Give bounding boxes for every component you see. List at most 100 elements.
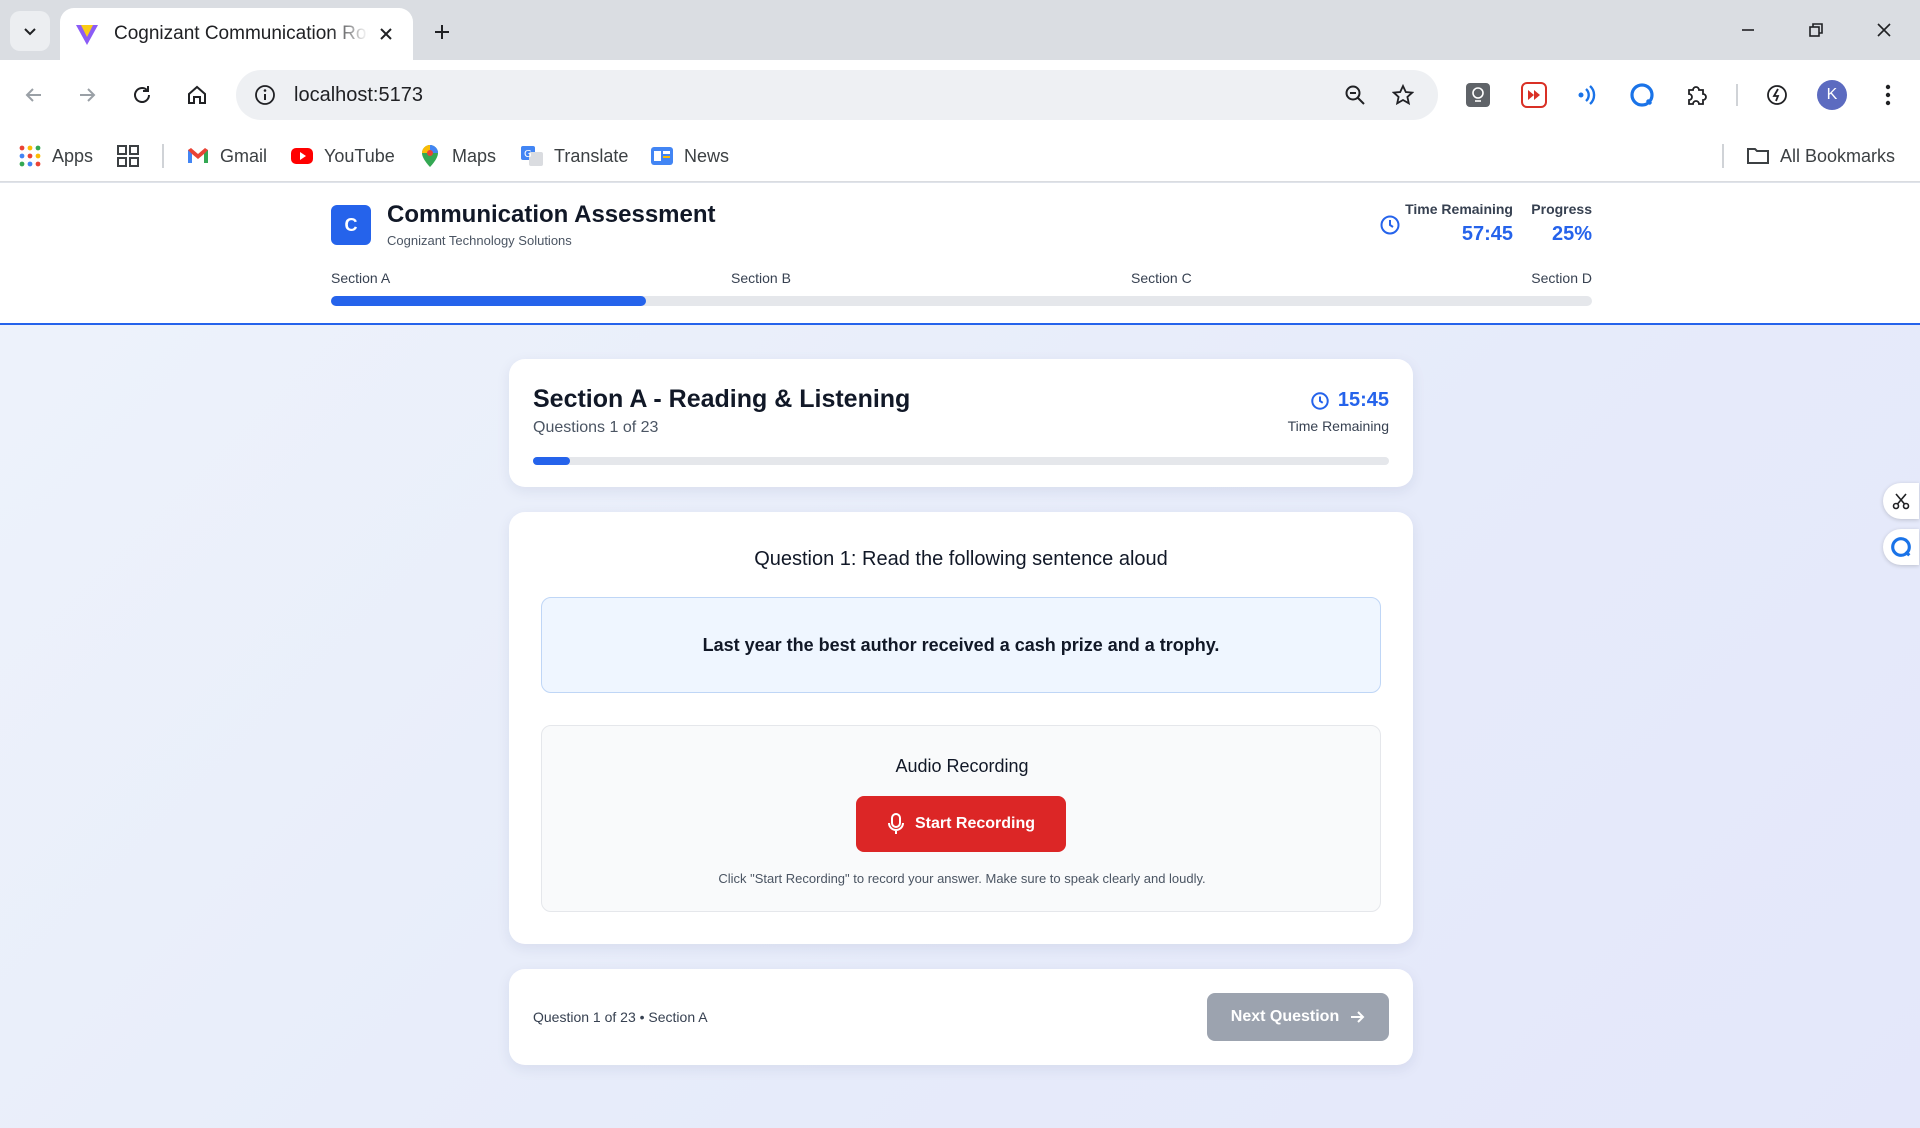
question-card: Question 1: Read the following sentence … [509,512,1413,944]
section-title: Section A - Reading & Listening [533,385,911,413]
section-progress-bar [533,457,1389,465]
plus-icon [435,25,449,39]
fast-forward-extension-icon [1521,82,1547,108]
chat-bubble-icon [1891,537,1911,557]
tab-title: Cognizant Communication Round [114,23,368,44]
bookmark-apps[interactable]: Apps [18,140,93,172]
extensions-menu-button[interactable] [1677,75,1717,115]
arrow-right-icon [1351,1011,1365,1023]
start-recording-button[interactable]: Start Recording [856,796,1066,852]
avatar: K [1817,80,1847,110]
arrow-right-icon [80,88,96,102]
translate-icon: G [521,146,543,166]
browser-tabstrip: Cognizant Communication Round [0,0,1920,60]
bookmark-news[interactable]: News [650,140,729,172]
site-info-icon[interactable] [248,78,282,112]
section-timer-value: 15:45 [1337,389,1389,411]
new-tab-button[interactable] [424,14,460,50]
floating-scissors-button[interactable] [1883,483,1919,519]
apps-grid-icon [19,145,41,167]
overall-progress-bar [331,296,1592,306]
bookmark-label: Translate [554,145,629,166]
microphone-icon [887,813,904,834]
question-nav-card: Question 1 of 23 • Section A Next Questi… [509,969,1413,1065]
puzzle-piece-icon [1688,86,1707,105]
section-card: Section A - Reading & Listening Question… [509,359,1413,487]
back-button[interactable] [14,75,54,115]
restore-icon [1809,23,1823,37]
page-viewport: C Communication Assessment Cognizant Tec… [0,183,1920,1128]
progress-value: 25% [1551,223,1592,245]
bookmarks-bar: Apps Gmail YouTube Maps G Translate News… [0,130,1920,182]
next-question-button[interactable]: Next Question [1207,993,1389,1041]
extension-wave-button[interactable] [1568,75,1608,115]
vite-favicon-icon [76,25,98,45]
clock-icon [1311,391,1329,410]
tab-search-button[interactable] [10,11,50,51]
bookmark-label: YouTube [324,145,395,166]
page-title: Communication Assessment [387,201,716,228]
question-position-info: Question 1 of 23 • Section A [533,1009,708,1025]
section-progress-fill [533,457,570,465]
kebab-menu-icon [1885,84,1891,106]
section-step-a: Section A [331,270,391,286]
performance-button[interactable] [1757,75,1797,115]
bookmark-maps[interactable]: Maps [418,140,496,172]
browser-toolbar: localhost:5173 K [0,60,1920,130]
clock-icon [1380,215,1400,235]
reload-button[interactable] [122,75,162,115]
maps-icon [422,145,438,167]
bookmark-label: News [684,145,730,166]
all-bookmarks-label: All Bookmarks [1780,145,1896,166]
start-recording-label: Start Recording [914,815,1035,832]
profile-button[interactable]: K [1812,75,1852,115]
time-remaining-value: 57:45 [1461,223,1513,245]
chat-bubble-extension-icon [1630,83,1654,107]
section-step-b: Section B [731,270,791,286]
bookmarks-separator [1722,144,1724,168]
sound-wave-extension-icon [1578,85,1596,105]
section-question-count: Questions 1 of 23 [533,419,659,436]
extension-media-button[interactable] [1514,75,1554,115]
audio-recording-title: Audio Recording [895,756,1029,776]
section-timer: 15:45 [1310,389,1389,412]
address-bar[interactable]: localhost:5173 [236,70,1438,120]
bookmark-label: Apps [52,145,94,166]
bookmarks-separator [162,144,164,168]
speedometer-icon [1767,85,1787,105]
grid-shortcut-icon [117,145,139,167]
progress-label: Progress [1531,201,1592,217]
zoom-icon[interactable] [1336,76,1374,114]
time-remaining-label: Time Remaining [1405,201,1513,217]
browser-tab-active[interactable]: Cognizant Communication Round [60,8,413,60]
question-title: Question 1: Read the following sentence … [754,548,1168,570]
scissors-icon [1892,493,1910,510]
section-step-c: Section C [1131,270,1192,286]
window-restore-button[interactable] [1794,10,1838,50]
all-bookmarks-button[interactable]: All Bookmarks [1746,140,1895,172]
window-close-button[interactable] [1862,10,1906,50]
audio-recording-panel: Audio Recording Start Recording Click "S… [541,725,1381,912]
youtube-icon [291,148,313,164]
bookmark-star-icon[interactable] [1384,76,1422,114]
bookmark-gmail[interactable]: Gmail [186,140,267,172]
bookmark-translate[interactable]: G Translate [520,140,628,172]
section-timer-label: Time Remaining [1287,418,1389,434]
app-header: C Communication Assessment Cognizant Tec… [0,183,1920,325]
bookmark-youtube[interactable]: YouTube [290,140,395,172]
tab-close-icon[interactable] [373,21,399,47]
folder-icon [1747,148,1769,164]
home-button[interactable] [177,75,217,115]
forward-button[interactable] [67,75,107,115]
extension-chat-button[interactable] [1622,75,1662,115]
browser-menu-button[interactable] [1868,75,1908,115]
reading-sentence: Last year the best author received a cas… [541,597,1381,693]
chevron-down-icon [24,28,36,36]
section-step-d: Section D [1531,270,1592,286]
bookmark-grid-shortcut[interactable] [116,140,140,172]
extension-lightbulb-button[interactable] [1458,75,1498,115]
overall-progress: Progress 25% [1531,201,1592,246]
floating-chat-button[interactable] [1883,529,1919,565]
window-minimize-button[interactable] [1726,10,1770,50]
gmail-icon [188,148,208,163]
